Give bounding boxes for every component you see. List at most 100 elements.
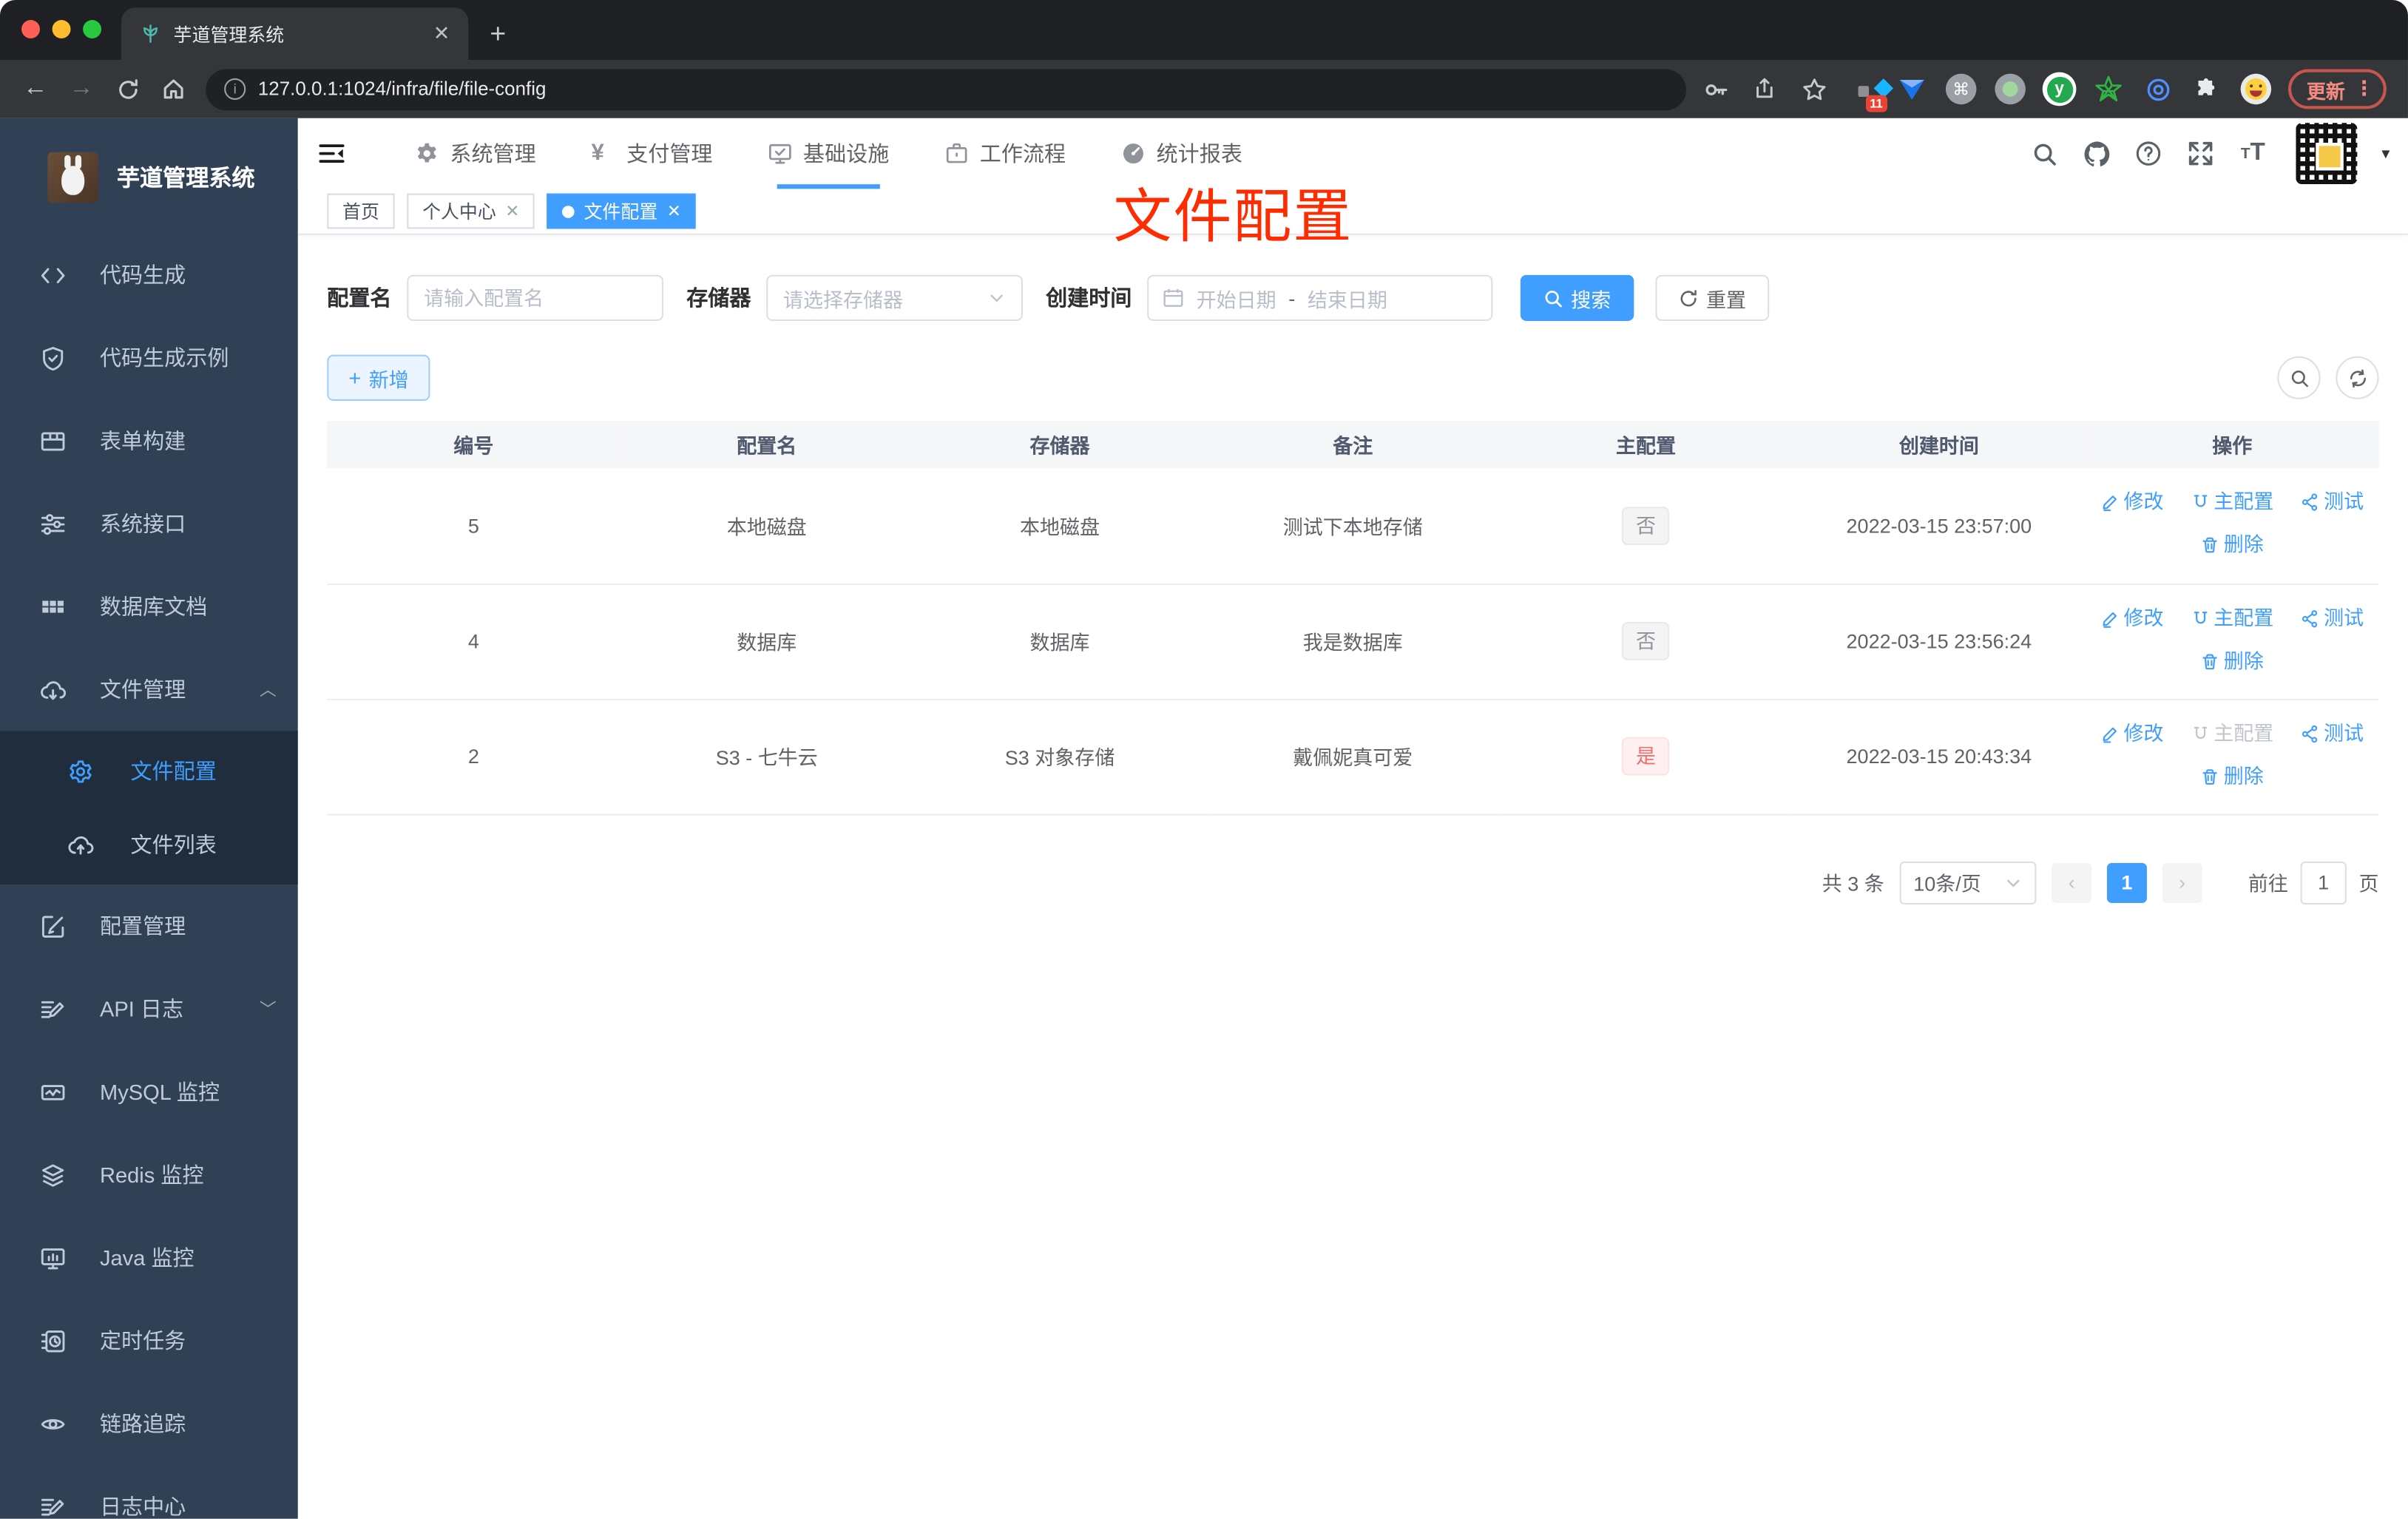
master-link[interactable]: 主配置 xyxy=(2191,598,2273,638)
sidebar-logo[interactable]: 芋道管理系统 xyxy=(0,118,298,234)
next-page-button[interactable]: › xyxy=(2162,862,2202,902)
sidebar-item-file-management[interactable]: 文件管理 ︿ xyxy=(0,648,298,731)
extension-star-icon[interactable] xyxy=(2089,69,2128,109)
edit-label: 修改 xyxy=(2123,606,2164,629)
user-avatar[interactable] xyxy=(2296,123,2358,185)
zoom-window-button[interactable] xyxy=(83,19,102,38)
extension-record-icon[interactable] xyxy=(1990,69,2030,109)
date-range-picker[interactable]: 开始日期 - 结束日期 xyxy=(1147,274,1493,321)
tag-label: 个人中心 xyxy=(422,201,496,223)
fullscreen-icon[interactable] xyxy=(2182,135,2219,172)
browser-menu-icon[interactable]: ⋮ xyxy=(2354,77,2374,101)
search-icon[interactable] xyxy=(2026,135,2063,172)
new-tab-button[interactable]: + xyxy=(490,18,506,60)
password-key-icon[interactable] xyxy=(1695,69,1735,109)
forward-button[interactable]: → xyxy=(58,66,104,112)
browser-tab[interactable]: 芋道管理系统 ✕ xyxy=(121,7,469,60)
delete-link[interactable]: 删除 xyxy=(2201,526,2264,566)
extensions-puzzle-icon[interactable] xyxy=(2187,69,2227,109)
extension-eye-icon[interactable] xyxy=(2137,69,2177,109)
search-button[interactable]: 搜索 xyxy=(1520,274,1634,321)
sidebar-item-mysql-monitor[interactable]: MySQL 监控 xyxy=(0,1050,298,1133)
sidebar-item-label: API 日志 xyxy=(99,996,184,1021)
bookmark-star-icon[interactable] xyxy=(1793,69,1833,109)
sidebar-item-system-api[interactable]: 系统接口 xyxy=(0,482,298,565)
delete-link[interactable]: 删除 xyxy=(2201,641,2264,681)
storage-select[interactable]: 请选择存储器 xyxy=(766,274,1023,321)
master-link-disabled[interactable]: 主配置 xyxy=(2191,714,2273,754)
font-size-icon[interactable]: TT xyxy=(2234,135,2271,172)
sidebar-item-tracing[interactable]: 链路追踪 xyxy=(0,1382,298,1465)
nav-item-workflow[interactable]: 工作流程 xyxy=(917,118,1094,189)
tag-tab-profile[interactable]: 个人中心 ✕ xyxy=(407,193,535,229)
tag-tab-file-config[interactable]: 文件配置 ✕ xyxy=(547,193,697,229)
sidebar-item-scheduled-tasks[interactable]: 定时任务 xyxy=(0,1299,298,1382)
master-link[interactable]: 主配置 xyxy=(2191,483,2273,523)
share-icon[interactable] xyxy=(1745,69,1785,109)
edit-link[interactable]: 修改 xyxy=(2100,598,2164,638)
edit-link[interactable]: 修改 xyxy=(2100,714,2164,754)
search-icon xyxy=(2290,370,2307,387)
sidebar-item-file-config[interactable]: 文件配置 xyxy=(0,734,298,808)
table-row: 2 S3 - 七牛云 S3 对象存储 戴佩妮真可爱 是 2022-03-15 2… xyxy=(327,698,2379,815)
sidebar-item-java-monitor[interactable]: Java 监控 xyxy=(0,1217,298,1299)
goto-page-input[interactable] xyxy=(2300,860,2347,904)
profile-emoji-icon[interactable] xyxy=(2236,69,2276,109)
home-button[interactable] xyxy=(150,66,196,112)
current-page[interactable]: 1 xyxy=(2106,862,2147,902)
sidebar-item-redis-monitor[interactable]: Redis 监控 xyxy=(0,1133,298,1216)
cell-name: 数据库 xyxy=(620,583,913,700)
tag-close-icon[interactable]: ✕ xyxy=(505,201,519,221)
edit-link[interactable]: 修改 xyxy=(2100,483,2164,523)
reload-button[interactable] xyxy=(104,66,150,112)
test-link[interactable]: 测试 xyxy=(2301,714,2364,754)
sidebar-item-label: 文件管理 xyxy=(99,677,186,702)
back-button[interactable]: ← xyxy=(13,66,58,112)
window-controls[interactable] xyxy=(21,19,102,38)
extension-command-icon[interactable]: ⌘ xyxy=(1941,69,1981,109)
tag-tab-home[interactable]: 首页 xyxy=(327,193,395,229)
sidebar-item-file-list[interactable]: 文件列表 xyxy=(0,808,298,882)
nav-label: 统计报表 xyxy=(1156,141,1242,166)
sidebar-item-form-builder[interactable]: 表单构建 xyxy=(0,399,298,482)
minimize-window-button[interactable] xyxy=(52,19,71,38)
close-window-button[interactable] xyxy=(21,19,40,38)
address-bar[interactable]: i 127.0.0.1:1024/infra/file/file-config xyxy=(206,68,1686,110)
refresh-icon xyxy=(1680,289,1697,306)
action-line: 删除 xyxy=(2086,757,2378,799)
sidebar-item-config-management[interactable]: 配置管理 xyxy=(0,884,298,967)
extension-squares-icon[interactable]: 11 xyxy=(1843,69,1894,112)
chrome-update-button[interactable]: 更新 ⋮ xyxy=(2287,69,2387,109)
reset-button[interactable]: 重置 xyxy=(1655,274,1770,321)
test-link[interactable]: 测试 xyxy=(2301,483,2364,523)
avatar-caret-icon[interactable]: ▼ xyxy=(2379,146,2393,161)
delete-link[interactable]: 删除 xyxy=(2201,757,2264,796)
tag-close-icon[interactable]: ✕ xyxy=(667,201,681,221)
sidebar-item-code-gen-example[interactable]: 代码生成示例 xyxy=(0,317,298,399)
show-search-button[interactable] xyxy=(2277,356,2321,399)
config-name-input[interactable] xyxy=(424,286,647,310)
pencil-icon xyxy=(2103,726,2117,742)
nav-item-infrastructure[interactable]: 基础设施 xyxy=(740,118,917,189)
sidebar-item-db-doc[interactable]: 数据库文档 xyxy=(0,565,298,648)
extension-v-icon[interactable]: y xyxy=(2040,69,2080,109)
tab-close-icon[interactable]: ✕ xyxy=(430,21,453,46)
github-icon[interactable] xyxy=(2078,135,2115,172)
monitor-icon xyxy=(41,1248,65,1269)
extension-gem-icon[interactable] xyxy=(1892,69,1932,109)
help-icon[interactable] xyxy=(2130,135,2167,172)
test-link[interactable]: 测试 xyxy=(2301,598,2364,638)
sidebar-collapse-icon[interactable] xyxy=(301,123,362,184)
col-id: 编号 xyxy=(327,420,620,469)
page-size-select[interactable]: 10条/页 xyxy=(1899,860,2037,904)
refresh-table-button[interactable] xyxy=(2336,356,2379,399)
site-info-icon[interactable]: i xyxy=(224,78,246,100)
sidebar-item-code-gen[interactable]: 代码生成 xyxy=(0,234,298,317)
sidebar-item-api-log[interactable]: API 日志 ﹀ xyxy=(0,967,298,1050)
action-line: 修改 主配置 测试 xyxy=(2086,598,2378,641)
nav-item-system[interactable]: 系统管理 xyxy=(387,118,564,189)
nav-item-payment[interactable]: ¥ 支付管理 xyxy=(564,118,740,189)
add-button[interactable]: + 新增 xyxy=(327,354,430,401)
prev-page-button[interactable]: ‹ xyxy=(2052,862,2092,902)
sidebar-item-log-center[interactable]: 日志中心 xyxy=(0,1465,298,1519)
